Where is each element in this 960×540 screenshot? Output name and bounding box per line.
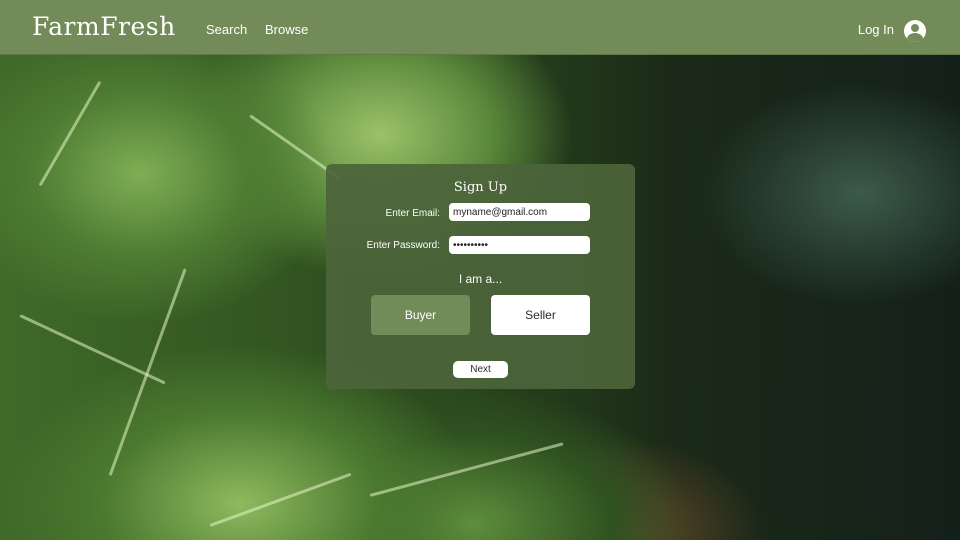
password-field[interactable]	[449, 236, 590, 254]
nav-link-browse[interactable]: Browse	[265, 22, 308, 37]
signup-card: Sign Up Enter Email: Enter Password: I a…	[326, 164, 635, 389]
seller-button[interactable]: Seller	[491, 295, 590, 335]
leaf-vein	[369, 442, 564, 497]
leaf-vein	[38, 80, 102, 187]
account-icon-shoulders	[907, 33, 923, 42]
leaf-vein	[108, 268, 187, 477]
account-icon-head	[911, 24, 919, 32]
account-circle-icon[interactable]	[904, 20, 926, 42]
leaf-vein	[209, 472, 352, 527]
nav-link-search[interactable]: Search	[206, 22, 247, 37]
email-field[interactable]	[449, 203, 590, 221]
login-link[interactable]: Log In	[858, 22, 894, 37]
leaf-vein	[19, 314, 166, 385]
role-prompt: I am a...	[458, 272, 503, 286]
next-button[interactable]: Next	[453, 361, 508, 378]
email-label: Enter Email:	[385, 208, 440, 219]
app-logo[interactable]: FarmFresh	[32, 12, 176, 41]
top-navbar: FarmFresh Search Browse Log In	[0, 0, 960, 55]
buyer-button[interactable]: Buyer	[371, 295, 470, 335]
signup-title: Sign Up	[453, 180, 508, 195]
password-label: Enter Password:	[366, 240, 440, 251]
